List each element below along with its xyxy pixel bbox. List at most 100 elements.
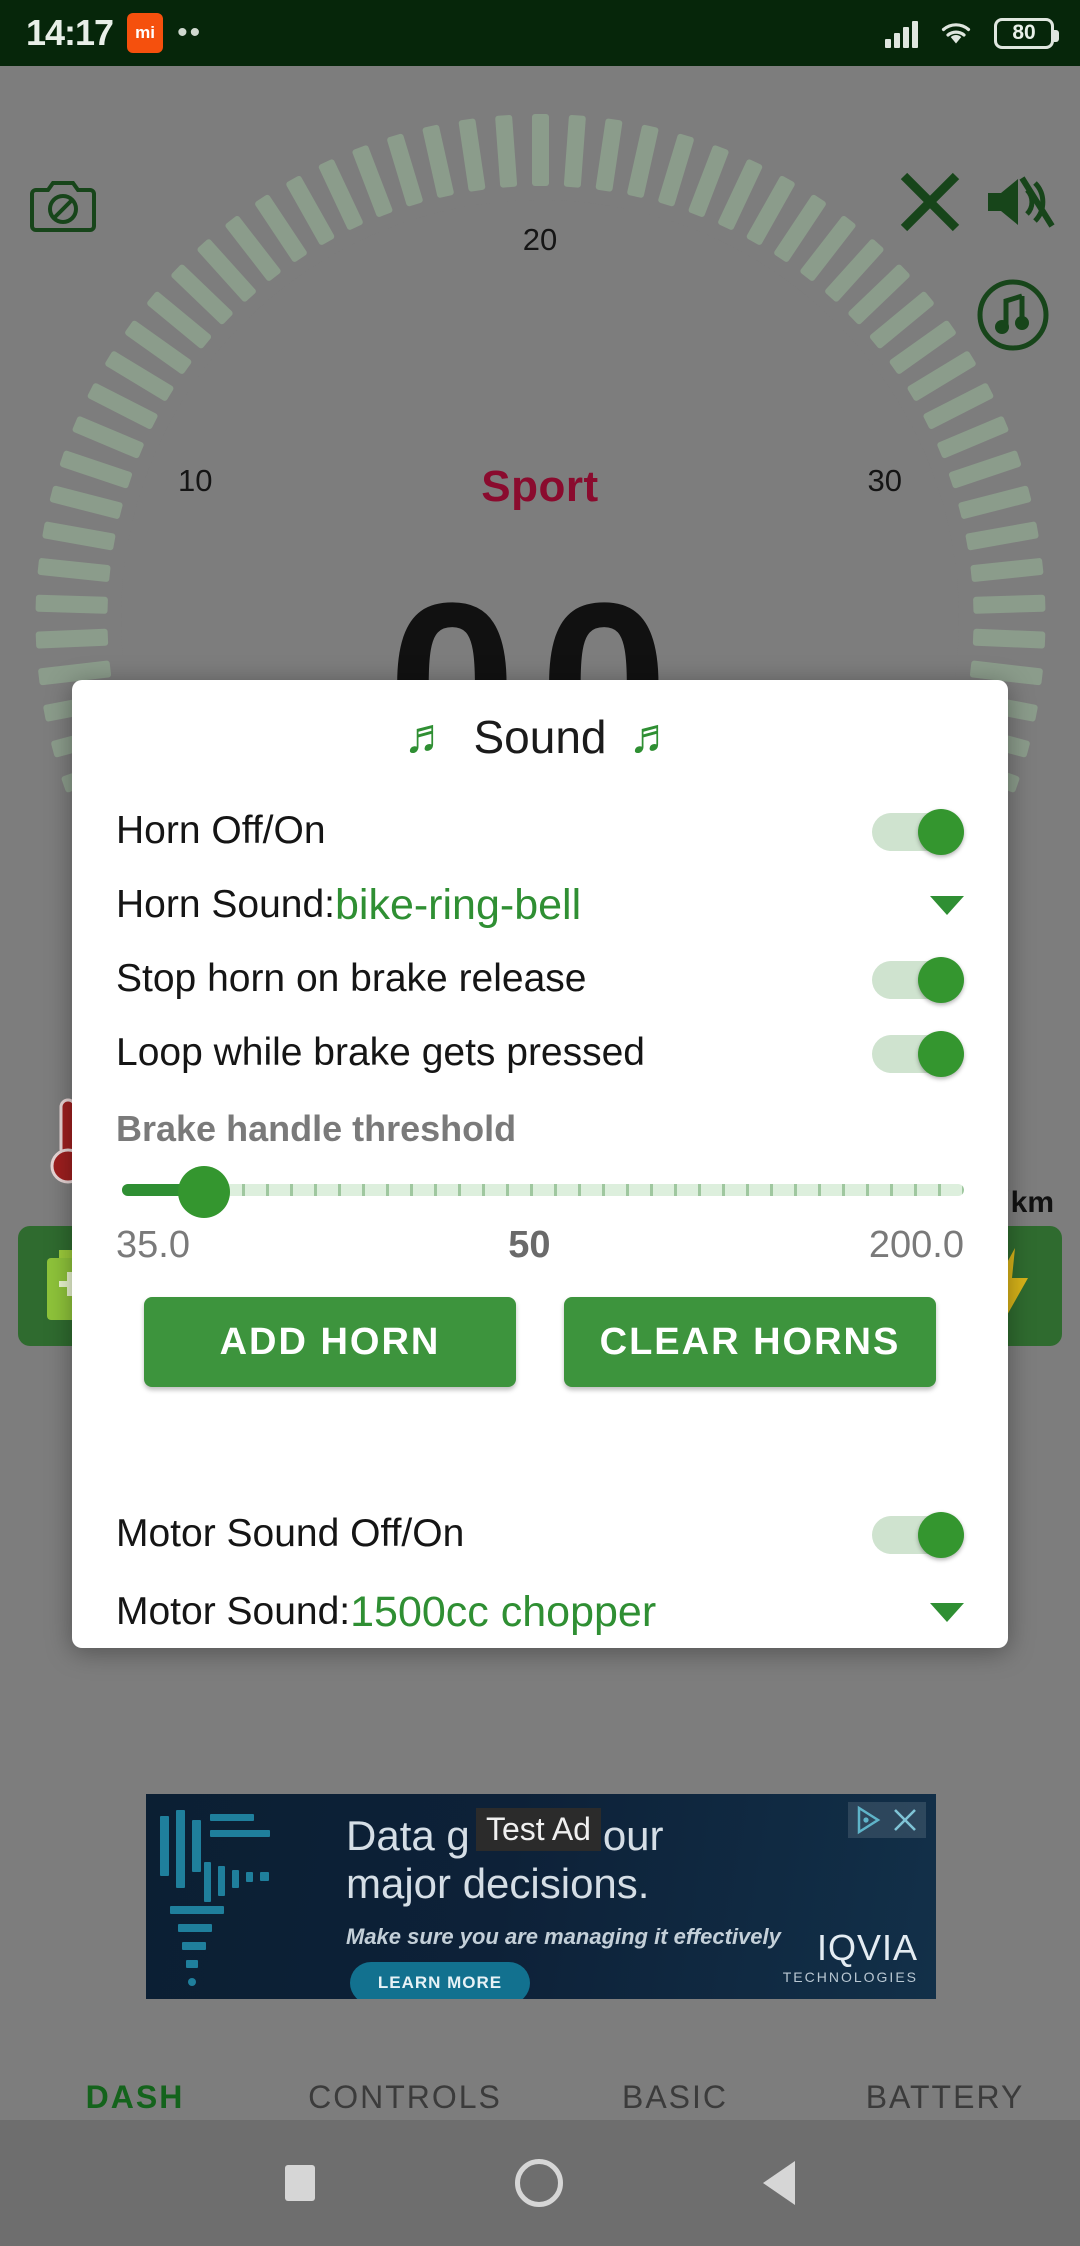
ad-brand-name: IQVIA <box>816 1927 918 1968</box>
signal-icon <box>885 18 918 48</box>
gauge-tick <box>458 118 486 192</box>
motor-sound-section: Motor Sound Off/On Motor Sound: 1500cc c… <box>116 1495 964 1648</box>
square-icon[interactable] <box>285 2165 315 2201</box>
circle-icon[interactable] <box>515 2159 563 2207</box>
gauge-tick <box>532 114 549 186</box>
ad-headline-part1: Data g <box>346 1812 470 1859</box>
motor-toggle-label: Motor Sound Off/On <box>116 1512 465 1555</box>
ad-subtext: Make sure you are managing it effectivel… <box>346 1924 781 1949</box>
bottom-tabs: DASH CONTROLS BASIC BATTERY <box>0 2066 1080 2120</box>
stop-horn-toggle-switch[interactable] <box>872 957 964 1003</box>
gauge-tick <box>595 118 623 192</box>
toggle-thumb <box>918 1512 964 1558</box>
horn-sound-label: Horn Sound: <box>116 883 335 926</box>
horn-sound-value: bike-ring-bell <box>334 880 582 929</box>
toggle-thumb <box>918 957 964 1003</box>
status-bar-left: 14:17 mi •• <box>26 12 203 53</box>
gauge-tick <box>386 133 424 207</box>
gauge-tick <box>59 449 133 489</box>
gauge-tick <box>71 415 145 460</box>
odometer-unit: km <box>1010 1186 1054 1219</box>
horn-sound-row[interactable]: Horn Sound: bike-ring-bell <box>116 868 964 942</box>
tab-controls[interactable]: CONTROLS <box>270 2066 540 2120</box>
ad-headline-line2: major decisions. <box>346 1860 650 1907</box>
app-badge-icon: mi <box>127 13 164 53</box>
motor-sound-label: Motor Sound: <box>116 1590 351 1633</box>
gauge-tick <box>657 133 695 207</box>
gauge-tick <box>49 485 124 520</box>
tab-battery[interactable]: BATTERY <box>810 2066 1080 2120</box>
gauge-tick <box>957 485 1032 520</box>
ad-learn-more-button[interactable]: LEARN MORE <box>350 1962 530 1999</box>
status-bar-right: 80 <box>885 17 1059 49</box>
music-notes-icon: ♬ <box>403 710 452 763</box>
close-icon[interactable] <box>894 166 966 238</box>
slider-max-value: 200.0 <box>868 1224 964 1266</box>
camera-off-icon[interactable] <box>30 176 96 239</box>
tab-dash[interactable]: DASH <box>0 2066 270 2120</box>
ad-brand: IQVIA TECHNOLOGIES <box>783 1927 918 1985</box>
horn-buttons-row: ADD HORN CLEAR HORNS <box>116 1297 964 1387</box>
stop-horn-row[interactable]: Stop horn on brake release <box>116 942 964 1016</box>
dialog-title: Sound <box>473 711 607 763</box>
android-nav-bar <box>0 2120 1080 2246</box>
gauge-tick <box>626 124 659 199</box>
gauge-tick <box>973 594 1046 614</box>
ride-mode-label: Sport <box>481 462 599 511</box>
gauge-tick <box>970 557 1044 583</box>
triangle-back-icon[interactable] <box>763 2161 795 2205</box>
loop-brake-row[interactable]: Loop while brake gets pressed <box>116 1016 964 1090</box>
slider-thumb[interactable] <box>178 1166 230 1218</box>
sound-dialog: ♬ Sound ♬ Horn Off/On Horn Sound: bike-r… <box>72 680 1008 1648</box>
ad-controls <box>848 1802 926 1838</box>
clock: 14:17 <box>26 12 114 53</box>
brake-threshold-slider[interactable] <box>116 1162 964 1218</box>
horn-toggle-label: Horn Off/On <box>116 809 326 852</box>
dashboard-screen: 20 10 30 Sport 00 <box>0 66 1080 2120</box>
brake-threshold-label: Brake handle threshold <box>116 1108 517 1149</box>
motor-sound-row[interactable]: Motor Sound: 1500cc chopper <box>116 1573 964 1648</box>
loop-brake-toggle-switch[interactable] <box>872 1031 964 1077</box>
slider-track <box>122 1184 964 1196</box>
motor-sound-value: 1500cc chopper <box>350 1587 657 1636</box>
gauge-tick-label-10: 10 <box>178 463 213 498</box>
gauge-tick <box>35 628 109 649</box>
gauge-tick <box>37 557 111 583</box>
ad-brand-sub: TECHNOLOGIES <box>782 1969 918 1985</box>
adchoices-icon[interactable] <box>854 1805 884 1835</box>
slider-value-labels: 35.0 50 200.0 <box>116 1224 964 1267</box>
clear-horns-button[interactable]: CLEAR HORNS <box>564 1297 936 1387</box>
music-note-circle-icon[interactable] <box>976 278 1050 357</box>
ad-banner[interactable]: Data guides your major decisions. Test A… <box>146 1794 936 1999</box>
ad-test-badge: Test Ad <box>476 1808 601 1851</box>
add-horn-button[interactable]: ADD HORN <box>144 1297 516 1387</box>
speaker-mute-icon[interactable] <box>980 166 1058 238</box>
gauge-tick <box>687 144 730 218</box>
dialog-title-bar: ♬ Sound ♬ <box>116 680 964 794</box>
ad-headline-part2: our <box>602 1812 664 1859</box>
horn-toggle-row[interactable]: Horn Off/On <box>116 794 964 868</box>
battery-percent: 80 <box>1012 21 1036 44</box>
chevron-down-icon[interactable] <box>930 895 964 915</box>
slider-min-value: 35.0 <box>116 1224 190 1266</box>
tab-basic[interactable]: BASIC <box>540 2066 810 2120</box>
music-notes-icon: ♬ <box>628 710 677 763</box>
chevron-down-icon[interactable] <box>930 1602 964 1622</box>
motor-toggle-row[interactable]: Motor Sound Off/On <box>116 1495 964 1573</box>
battery-icon: 80 <box>994 17 1059 49</box>
toggle-thumb <box>918 809 964 855</box>
gauge-tick <box>563 114 586 188</box>
close-icon[interactable] <box>890 1805 920 1835</box>
gauge-tick <box>422 124 455 199</box>
wifi-icon <box>941 23 971 44</box>
loop-brake-label: Loop while brake gets pressed <box>116 1031 645 1074</box>
horn-toggle-switch[interactable] <box>872 809 964 855</box>
motor-toggle-switch[interactable] <box>872 1512 964 1558</box>
dash-top-right-icons <box>894 166 1058 238</box>
slider-current-value: 50 <box>508 1224 551 1266</box>
gauge-tick <box>948 449 1022 489</box>
gauge-tick <box>965 521 1040 551</box>
gauge-tick <box>41 521 116 551</box>
ad-decorative-bars <box>160 1810 340 1990</box>
toggle-thumb <box>918 1031 964 1077</box>
